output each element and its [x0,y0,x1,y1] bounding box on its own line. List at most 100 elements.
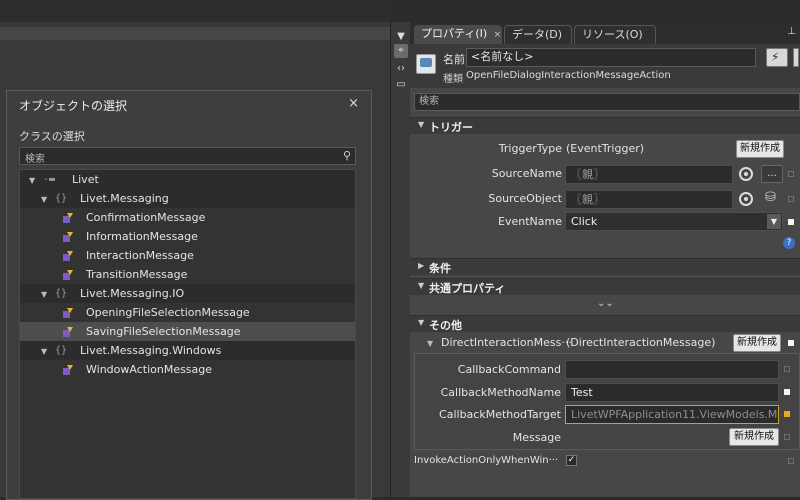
advanced-options-marker[interactable] [784,434,790,440]
namespace-item[interactable]: ▼ {} Livet.Messaging [20,189,355,208]
invoke-action-label: InvokeActionOnlyWhenWin··· [414,455,559,466]
advanced-options-marker[interactable] [788,171,794,177]
direct-new-button[interactable]: 新規作成 [733,334,781,352]
class-select-label: クラスの選択 [19,130,85,143]
source-object-input[interactable]: 〖親〗 [565,190,733,209]
search-icon: ⚲ [342,149,351,162]
tree-item-label: InformationMessage [86,230,198,243]
code-icon[interactable]: ‹› [394,62,408,76]
object-header: 名前 <名前なし> 種類 OpenFileDialogInteractionMe… [410,44,800,88]
message-label: Message [512,431,561,444]
class-item[interactable]: OpeningFileSelectionMessage [20,303,355,322]
help-icon[interactable]: ? [783,237,795,249]
class-item[interactable]: WindowActionMessage [20,360,355,379]
name-input[interactable]: <名前なし> [466,48,756,67]
tree-item-label: InteractionMessage [86,249,194,262]
expand-down-icon: ▼ [418,281,425,290]
tree-item-label: SavingFileSelectionMessage [86,325,241,338]
tree-item-label: Livet.Messaging [80,192,169,205]
close-icon[interactable]: × [348,96,359,111]
advanced-options-marker[interactable] [784,389,790,395]
tree-item-label: WindowActionMessage [86,363,213,376]
section-conditions[interactable]: ▶ 条件 [410,258,800,275]
events-button[interactable]: ⚡ [766,48,788,67]
editor-tab-strip [0,0,390,22]
expand-down-icon: ▼ [418,120,425,129]
advanced-options-marker[interactable] [784,366,790,372]
type-label: 種類 [443,74,463,85]
pin-down-icon[interactable]: ▼ [394,30,408,44]
tab-data[interactable]: データ(D) [504,25,572,44]
class-search-input[interactable]: 検索 ⚲ [19,147,356,165]
expand-right-icon: ▶ [418,261,425,270]
advanced-options-marker[interactable] [788,219,794,225]
class-item[interactable]: InformationMessage [20,227,355,246]
data-bound-marker[interactable] [784,411,790,417]
event-mode-icon[interactable]: ⌖ [394,44,408,58]
expand-down-icon[interactable]: ▼ [41,285,47,304]
property-search-input[interactable]: 検索 [414,93,800,111]
source-object-label: SourceObject [488,192,562,205]
expand-down-icon[interactable]: ▼ [427,339,433,348]
advanced-options-marker[interactable] [788,196,794,202]
direct-interaction-value: (DirectInteractionMessage) [566,336,716,349]
dock-icon[interactable]: ▭ [394,78,408,92]
trigger-new-button[interactable]: 新規作成 [736,140,784,158]
browse-button[interactable]: ... [761,165,783,183]
dialog-title: オブジェクトの選択 [19,99,128,113]
data-binding-icon[interactable] [739,167,753,181]
message-class-icon [62,325,74,337]
callback-method-target-input[interactable]: LivetWPFApplication11.ViewModels.Ma··· [565,405,779,424]
target-picker-icon[interactable] [739,192,753,206]
chevron-down-icon[interactable]: ▼ [767,214,781,229]
message-class-icon [62,363,74,375]
event-name-select[interactable]: Click ▼ [565,212,783,231]
callback-method-name-label: CallbackMethodName [440,386,561,399]
namespace-icon: {} [55,345,68,356]
section-common-properties[interactable]: ▼ 共通プロパティ [410,278,800,295]
expand-down-icon[interactable]: ▼ [41,342,47,361]
tab-properties[interactable]: プロパティ(I) × [414,25,502,44]
direct-interaction-label: DirectInteractionMess··· [441,336,572,349]
assembly-item[interactable]: ▼ -▬ Livet [20,170,355,189]
callback-method-target-label: CallbackMethodTarget [439,408,561,421]
events-icon: ⚡ [771,50,780,64]
class-item[interactable]: SavingFileSelectionMessage [20,322,355,341]
class-item[interactable]: TransitionMessage [20,265,355,284]
event-name-label: EventName [498,215,562,228]
callback-command-input[interactable] [565,360,779,379]
advanced-options-marker[interactable] [788,340,794,346]
advanced-options-marker[interactable] [788,458,794,464]
section-trigger[interactable]: ▼ トリガー [410,117,800,134]
section-other[interactable]: ▼ その他 [410,315,800,332]
show-advanced-icon[interactable]: ⌄⌄ [597,298,614,309]
invoke-action-checkbox[interactable]: ✓ [566,455,577,466]
class-item[interactable]: ConfirmationMessage [20,208,355,227]
tab-resources[interactable]: リソース(O) [574,25,656,44]
class-item[interactable]: InteractionMessage [20,246,355,265]
search-placeholder: 検索 [25,154,45,165]
section-conditions-title: 条件 [429,262,451,275]
callback-method-name-input[interactable]: Test [565,383,779,402]
close-icon[interactable]: × [494,30,502,40]
tree-item-label: TransitionMessage [86,268,188,281]
pin-icon[interactable]: ⊥ [787,26,796,37]
message-new-button[interactable]: 新規作成 [729,428,779,446]
class-tree: ▼ -▬ Livet ▼ {} Livet.Messaging ConfirmationMe… [19,169,356,499]
properties-view-button[interactable] [793,48,799,67]
object-picker-dialog: オブジェクトの選択 × クラスの選択 検索 ⚲ ▼ -▬ Livet ▼ {} Livet… [6,90,372,500]
action-type-icon [416,54,436,74]
tree-item-label: Livet.Messaging.IO [80,287,185,300]
database-icon[interactable]: ⛁ [765,190,776,205]
message-class-icon [62,249,74,261]
assembly-icon: -▬ [43,174,56,185]
event-name-value: Click [571,215,598,228]
source-name-input[interactable]: 〖親〗 [565,165,733,184]
expand-down-icon[interactable]: ▼ [41,190,47,209]
trigger-type-label: TriggerType [498,142,562,155]
expand-down-icon[interactable]: ▼ [29,171,35,190]
trigger-type-value: (EventTrigger) [566,142,645,155]
namespace-item[interactable]: ▼ {} Livet.Messaging.IO [20,284,355,303]
tree-item-label: Livet [72,173,99,186]
namespace-item[interactable]: ▼ {} Livet.Messaging.Windows [20,341,355,360]
